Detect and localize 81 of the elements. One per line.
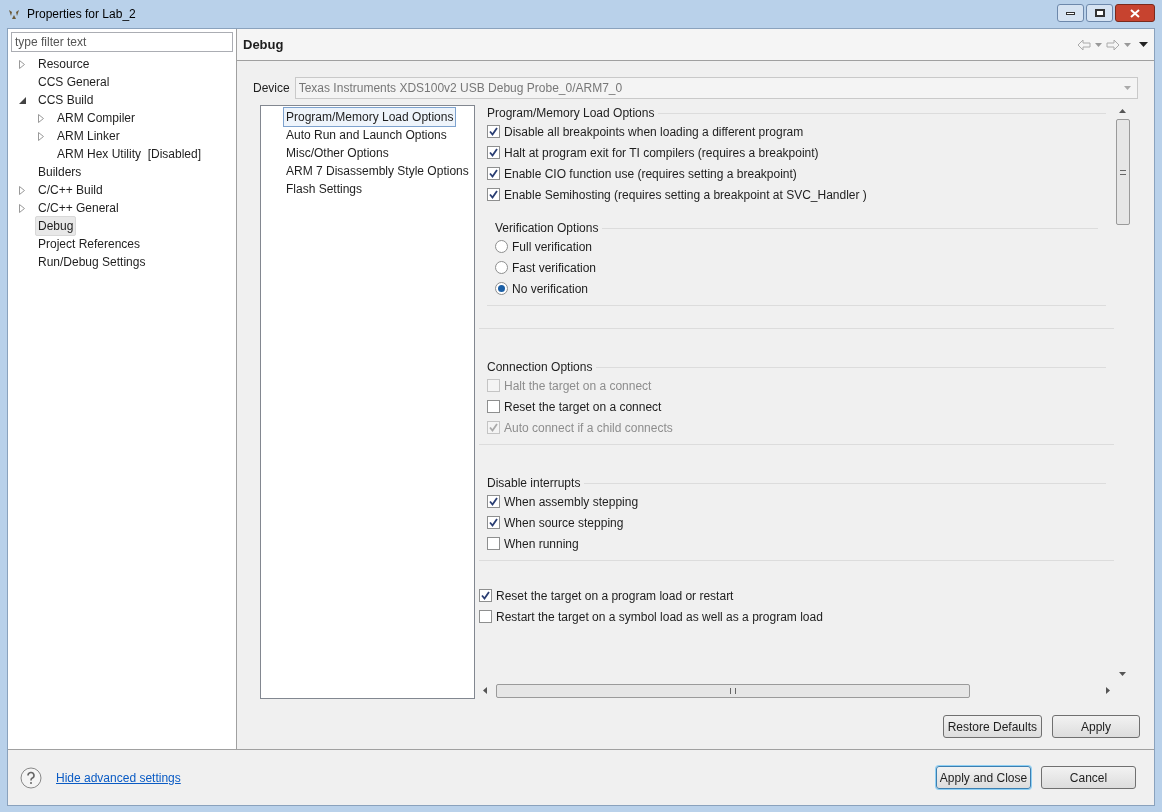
hide-advanced-settings-link[interactable]: Hide advanced settings bbox=[56, 768, 181, 787]
window-title: Properties for Lab_2 bbox=[27, 6, 136, 23]
tree-item[interactable]: Resource bbox=[35, 54, 93, 74]
checkbox-label: Enable CIO function use (requires setting a breakpoint) bbox=[504, 165, 797, 183]
collapsed-arrow-icon[interactable] bbox=[19, 185, 25, 195]
app-icon bbox=[7, 7, 21, 21]
group-title: Disable interrupts bbox=[487, 475, 581, 492]
close-button[interactable] bbox=[1115, 4, 1155, 22]
collapsed-arrow-icon[interactable] bbox=[38, 131, 44, 141]
device-dropdown[interactable]: Texas Instruments XDS100v2 USB Debug Probe_0/ARM7_0 bbox=[294, 77, 1138, 99]
checkbox[interactable] bbox=[479, 610, 492, 623]
group-title: Connection Options bbox=[487, 359, 593, 376]
checkbox[interactable] bbox=[487, 537, 500, 550]
checkbox-label: Halt the target on a connect bbox=[504, 377, 652, 395]
radio-label: No verification bbox=[512, 280, 589, 298]
checkbox-label: Reset the target on a program load or restart bbox=[496, 587, 734, 605]
scroll-up-icon bbox=[1119, 109, 1126, 113]
apply-and-close-button[interactable]: Apply and Close bbox=[936, 766, 1031, 789]
scroll-down-icon bbox=[1119, 672, 1126, 676]
category-item[interactable]: Flash Settings bbox=[283, 179, 366, 199]
page-title: Debug bbox=[243, 35, 284, 54]
view-menu-icon[interactable] bbox=[1139, 42, 1148, 47]
category-item[interactable]: Misc/Other Options bbox=[283, 143, 392, 163]
category-item[interactable]: Auto Run and Launch Options bbox=[283, 125, 450, 145]
category-item[interactable]: ARM 7 Disassembly Style Options bbox=[283, 161, 472, 181]
checkbox-label: Disable all breakpoints when loading a different program bbox=[504, 123, 804, 141]
tree-item[interactable]: Run/Debug Settings bbox=[35, 252, 149, 272]
cancel-button[interactable]: Cancel bbox=[1041, 766, 1136, 789]
checkbox[interactable] bbox=[479, 589, 492, 602]
device-label: Device bbox=[253, 80, 290, 97]
collapsed-arrow-icon[interactable] bbox=[19, 59, 25, 69]
checkbox-label: Auto connect if a child connects bbox=[504, 419, 673, 437]
radio-button[interactable] bbox=[495, 240, 508, 253]
checkbox-label: When running bbox=[504, 535, 579, 553]
tree-item[interactable]: CCS General bbox=[35, 72, 113, 92]
radio-label: Fast verification bbox=[512, 259, 597, 277]
expanded-arrow-icon[interactable] bbox=[19, 96, 26, 104]
radio-button[interactable] bbox=[495, 261, 508, 274]
checkbox[interactable] bbox=[487, 188, 500, 201]
checkbox-label: Restart the target on a symbol load as well as a program load bbox=[496, 608, 823, 626]
help-icon[interactable] bbox=[20, 766, 42, 789]
tree-item[interactable]: C/C++ Build bbox=[35, 180, 106, 200]
checkbox[interactable] bbox=[487, 146, 500, 159]
tree-item[interactable]: Debug bbox=[35, 216, 77, 236]
tree-item[interactable]: C/C++ General bbox=[35, 198, 122, 218]
tree-item[interactable]: Builders bbox=[35, 162, 85, 182]
scroll-left-icon bbox=[483, 687, 487, 694]
dropdown-arrow-icon[interactable] bbox=[1124, 42, 1131, 47]
filter-field[interactable]: type filter text bbox=[11, 32, 233, 52]
checkbox[interactable] bbox=[487, 495, 500, 508]
tree-item[interactable]: ARM Compiler bbox=[54, 108, 138, 128]
maximize-button[interactable] bbox=[1086, 4, 1113, 22]
checkbox-label: Halt at program exit for TI compilers (requires a breakpoint) bbox=[504, 144, 819, 162]
category-item[interactable]: Program/Memory Load Options bbox=[283, 107, 457, 127]
checkbox[interactable] bbox=[487, 400, 500, 413]
minimize-button[interactable] bbox=[1057, 4, 1084, 22]
back-arrow-icon[interactable] bbox=[1077, 38, 1091, 51]
close-icon bbox=[1130, 8, 1140, 18]
group-title: Verification Options bbox=[495, 220, 599, 237]
radio-label: Full verification bbox=[512, 238, 593, 256]
checkbox-label: When assembly stepping bbox=[504, 493, 639, 511]
tree-item[interactable]: Project References bbox=[35, 234, 144, 254]
checkbox-label: When source stepping bbox=[504, 514, 624, 532]
apply-button[interactable]: Apply bbox=[1052, 715, 1140, 738]
checkbox[interactable] bbox=[487, 516, 500, 529]
restore-defaults-button[interactable]: Restore Defaults bbox=[942, 715, 1042, 738]
scroll-right-icon bbox=[1106, 687, 1110, 694]
checkbox[interactable] bbox=[487, 167, 500, 180]
checkbox-label: Reset the target on a connect bbox=[504, 398, 662, 416]
radio-button[interactable] bbox=[495, 282, 508, 295]
tree-item[interactable]: CCS Build bbox=[35, 90, 97, 110]
tree-item[interactable]: ARM Linker bbox=[54, 126, 123, 146]
checkbox-label: Enable Semihosting (requires setting a breakpoint at SVC_Handler ) bbox=[504, 186, 867, 204]
checkbox[interactable] bbox=[487, 125, 500, 138]
dropdown-arrow-icon[interactable] bbox=[1095, 42, 1102, 47]
collapsed-arrow-icon[interactable] bbox=[38, 113, 44, 123]
dropdown-arrow-icon bbox=[1124, 86, 1131, 90]
forward-arrow-icon[interactable] bbox=[1106, 38, 1120, 51]
tree-item[interactable]: ARM Hex Utility [Disabled] bbox=[54, 144, 205, 164]
group-title: Program/Memory Load Options bbox=[487, 105, 655, 122]
collapsed-arrow-icon[interactable] bbox=[19, 203, 25, 213]
